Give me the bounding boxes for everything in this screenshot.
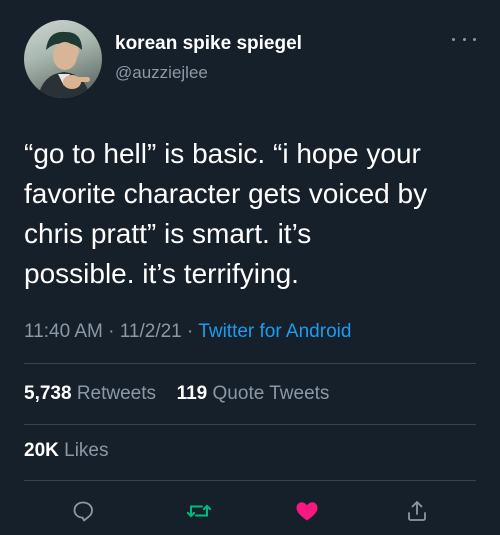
- tweet-line: “go to hell” is basic. “i hope your: [24, 138, 421, 169]
- divider: [24, 424, 476, 425]
- tweet-meta: 11:40 AM · 11/2/21 · Twitter for Android: [24, 321, 351, 343]
- meta-separator: ·: [187, 321, 199, 342]
- retweet-icon[interactable]: [184, 496, 214, 526]
- engagement-stats: 5,738 Retweets 119 Quote Tweets: [24, 383, 329, 405]
- avatar[interactable]: [24, 20, 102, 98]
- retweets-count: 5,738: [24, 383, 72, 404]
- tweet-line: favorite character gets voiced by: [24, 178, 428, 209]
- tweet-actions: [0, 496, 500, 530]
- tweet-header: korean spike spiegel @auzziejlee: [24, 20, 476, 100]
- retweets-label: Retweets: [76, 383, 157, 404]
- tweet-source-link[interactable]: Twitter for Android: [198, 321, 351, 342]
- share-icon[interactable]: [402, 496, 432, 526]
- more-options-icon[interactable]: [452, 34, 476, 44]
- likes-link[interactable]: 20K Likes: [24, 440, 109, 462]
- reply-icon[interactable]: [68, 496, 98, 526]
- user-handle[interactable]: @auzziejlee: [115, 63, 208, 83]
- retweets-link[interactable]: 5,738 Retweets: [24, 383, 161, 404]
- tweet-text: “go to hell” is basic. “i hope your favo…: [24, 134, 484, 294]
- quote-tweets-label: Quote Tweets: [212, 383, 330, 404]
- quote-tweets-count: 119: [176, 383, 208, 404]
- tweet-date[interactable]: 11/2/21: [120, 321, 182, 342]
- meta-separator: ·: [108, 321, 120, 342]
- quote-tweets-link[interactable]: 119 Quote Tweets: [177, 383, 330, 404]
- tweet-time[interactable]: 11:40 AM: [24, 321, 103, 342]
- like-icon[interactable]: [292, 496, 322, 526]
- likes-label: Likes: [64, 440, 109, 461]
- tweet-line: chris pratt” is smart. it’s: [24, 218, 312, 249]
- tweet-line: possible. it’s terrifying.: [24, 258, 299, 289]
- likes-count: 20K: [24, 440, 59, 461]
- display-name[interactable]: korean spike spiegel: [115, 33, 302, 55]
- divider: [24, 363, 476, 364]
- divider: [24, 480, 476, 481]
